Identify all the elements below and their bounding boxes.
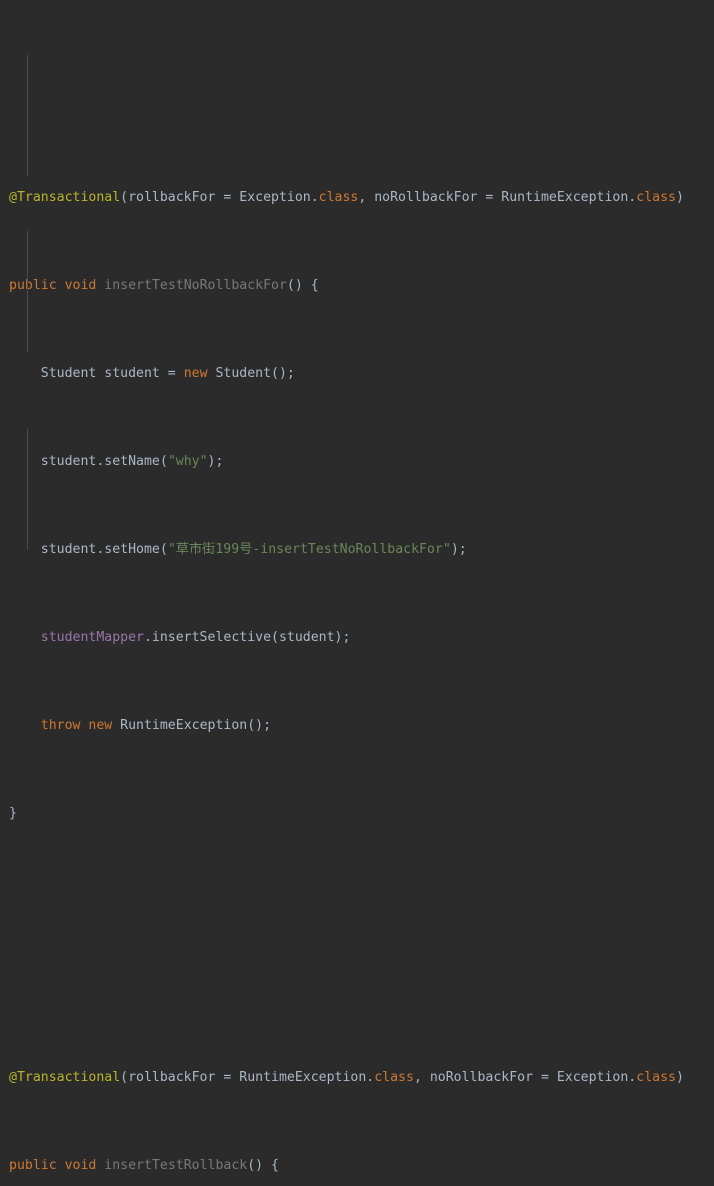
declaration-type: Student student = <box>40 366 184 381</box>
declaration-tail: Student(); <box>207 366 295 381</box>
method-modifiers: public void <box>9 1158 97 1173</box>
method-name: insertTestNoRollbackFor <box>104 278 287 293</box>
annotation-args-mid: , noRollbackFor = RuntimeException. <box>358 190 637 205</box>
code-line-sethome: student.setHome("草市街199号-insertTestNoRol… <box>9 539 714 561</box>
annotation-args-open: (rollbackFor = RuntimeException. <box>120 1070 375 1085</box>
indent-guide-block-2 <box>27 231 28 352</box>
annotation-name: @Transactional <box>9 1070 121 1085</box>
code-line-method-signature: public void insertTestRollback() { <box>9 1155 714 1177</box>
code-line-method-signature: public void insertTestNoRollbackFor() { <box>9 275 714 297</box>
setname-call: student.setName( <box>40 454 168 469</box>
annotation-args-mid: , noRollbackFor = Exception. <box>413 1070 637 1085</box>
code-line-declaration: Student student = new Student(); <box>9 363 714 385</box>
mapper-call-tail: .insertSelective(student); <box>143 630 351 645</box>
annotation-args-close: ) <box>675 1070 684 1085</box>
new-keyword: new <box>183 366 208 381</box>
method-name: insertTestRollback <box>104 1158 248 1173</box>
closing-brace: } <box>9 806 17 821</box>
sethome-string-literal: "草市街199号-insertTestNoRollbackFor" <box>167 542 451 557</box>
class-keyword: class <box>636 190 676 205</box>
mapper-field: studentMapper <box>40 630 144 645</box>
annotation-args-close: ) <box>675 190 684 205</box>
annotation-name: @Transactional <box>9 190 121 205</box>
code-line-throw: throw new RuntimeException(); <box>9 715 714 737</box>
class-keyword: class <box>374 1070 414 1085</box>
setname-string-literal: "why" <box>167 454 208 469</box>
code-editor[interactable]: @Transactional(rollbackFor = Exception.c… <box>0 0 714 1173</box>
code-line-closing-brace: } <box>9 803 714 825</box>
sethome-call: student.setHome( <box>40 542 168 557</box>
class-keyword: class <box>636 1070 676 1085</box>
indent-guide-block-3 <box>27 429 28 550</box>
code-content[interactable]: @Transactional(rollbackFor = Exception.c… <box>0 0 714 1186</box>
annotation-args-open: (rollbackFor = Exception. <box>120 190 319 205</box>
method-modifiers: public void <box>9 278 97 293</box>
method-signature-tail: () { <box>247 1158 279 1173</box>
code-line-annotation: @Transactional(rollbackFor = Exception.c… <box>9 187 714 209</box>
code-line-annotation: @Transactional(rollbackFor = RuntimeExce… <box>9 1067 714 1089</box>
setname-tail: ); <box>207 454 224 469</box>
method-signature-tail: () { <box>286 278 319 293</box>
code-line-mapper-insert: studentMapper.insertSelective(student); <box>9 627 714 649</box>
exception-type: RuntimeException(); <box>112 718 272 733</box>
throw-new-keyword: throw new <box>40 718 113 733</box>
indent-guide-block-1 <box>27 55 28 176</box>
sethome-tail: ); <box>450 542 467 557</box>
class-keyword: class <box>318 190 359 205</box>
code-line-setname: student.setName("why"); <box>9 451 714 473</box>
